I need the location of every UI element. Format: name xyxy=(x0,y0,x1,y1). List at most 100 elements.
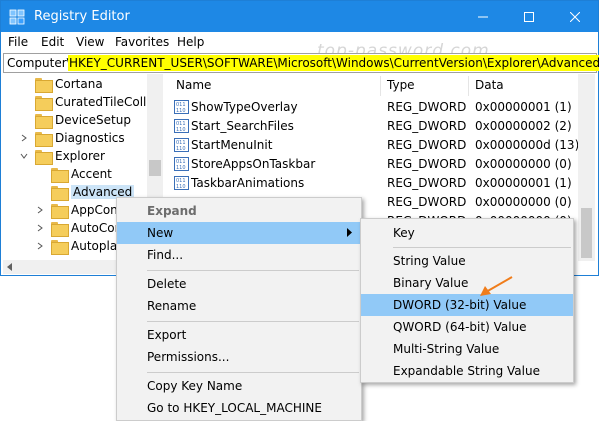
tree-label: AppCon xyxy=(71,203,118,217)
tree-item-cortana[interactable]: Cortana xyxy=(19,75,103,93)
menu-file[interactable]: File xyxy=(8,35,28,49)
address-path: HKEY_CURRENT_USER\SOFTWARE\Microsoft\Win… xyxy=(68,55,599,71)
value-row[interactable]: 011 110 TaskbarAnimations REG_DWORD 0x000… xyxy=(166,174,576,193)
submenu-multi-string-value[interactable]: Multi-String Value xyxy=(361,338,573,360)
value-row[interactable]: 011 110 StoreAppsOnTaskbar REG_DWORD 0x00… xyxy=(166,155,576,174)
chevron-right-icon[interactable] xyxy=(35,223,45,233)
folder-icon xyxy=(35,95,53,111)
submenu-key[interactable]: Key xyxy=(361,222,573,244)
context-menu-copy-key-name[interactable]: Copy Key Name xyxy=(117,375,361,397)
tree-label: Explorer xyxy=(55,149,105,163)
scroll-left-arrow-icon[interactable] xyxy=(6,263,14,271)
tree-item-accent[interactable]: Accent xyxy=(35,165,112,183)
new-submenu: Key String Value Binary Value DWORD (32-… xyxy=(360,218,574,383)
tree-label: Cortana xyxy=(55,77,103,91)
menu-edit[interactable]: Edit xyxy=(41,35,64,49)
scrollbar-thumb[interactable] xyxy=(581,208,592,258)
context-menu-delete[interactable]: Delete xyxy=(117,273,361,295)
list-vertical-scrollbar[interactable] xyxy=(578,74,595,261)
chevron-down-icon[interactable] xyxy=(19,151,29,161)
context-menu-export[interactable]: Export xyxy=(117,324,361,346)
close-button[interactable] xyxy=(552,1,598,32)
reg-binary-value-icon: 011110 xyxy=(174,157,189,171)
chevron-right-icon[interactable] xyxy=(35,241,45,251)
value-name: Start_SearchFiles xyxy=(191,119,294,133)
value-data: 0x0000000d (13) xyxy=(475,138,580,152)
context-menu-new-label: New xyxy=(147,226,174,240)
submenu-qword-value[interactable]: QWORD (64-bit) Value xyxy=(361,316,573,338)
value-row[interactable]: 011 110 ShowTypeOverlay REG_DWORD 0x00000… xyxy=(166,98,576,117)
folder-icon xyxy=(51,221,69,237)
tree-label: AutoCor xyxy=(71,221,120,235)
submenu-binary-value[interactable]: Binary Value xyxy=(361,272,573,294)
value-name: ShowTypeOverlay xyxy=(191,100,298,114)
value-row[interactable]: 011 110 Start_SearchFiles REG_DWORD 0x000… xyxy=(166,117,576,136)
scrollbar-thumb[interactable] xyxy=(149,160,161,176)
tree-label: DeviceSetup xyxy=(55,113,131,127)
value-type: REG_DWORD xyxy=(387,119,467,133)
svg-text:110: 110 xyxy=(176,146,186,152)
submenu-arrow-icon xyxy=(347,228,352,237)
tree-label: Accent xyxy=(71,167,112,181)
value-data: 0x00000001 (1) xyxy=(475,100,572,114)
menu-view[interactable]: View xyxy=(76,35,104,49)
value-name: TaskbarAnimations xyxy=(191,176,305,190)
tree-item-autocor[interactable]: AutoCor xyxy=(35,219,120,237)
minimize-icon xyxy=(478,16,488,17)
context-menu-go-to-hklm[interactable]: Go to HKEY_LOCAL_MACHINE xyxy=(117,397,361,419)
tree-item-appcon[interactable]: AppCon xyxy=(35,201,118,219)
folder-icon xyxy=(35,77,53,93)
context-menu-expand[interactable]: Expand xyxy=(117,200,361,222)
folder-icon xyxy=(35,149,53,165)
context-menu-rename[interactable]: Rename xyxy=(117,295,361,317)
context-menu-permissions[interactable]: Permissions... xyxy=(117,346,361,368)
folder-icon xyxy=(35,131,53,147)
svg-text:110: 110 xyxy=(176,165,186,171)
value-type: REG_DWORD xyxy=(387,176,467,190)
tree-item-diagnostics[interactable]: Diagnostics xyxy=(19,129,125,147)
value-name: StartMenuInit xyxy=(191,138,273,152)
value-type: REG_DWORD xyxy=(387,100,467,114)
maximize-icon xyxy=(524,11,534,22)
context-menu: Expand New Find... Delete Rename Export … xyxy=(116,197,362,421)
context-menu-find[interactable]: Find... xyxy=(117,244,361,266)
context-menu-new[interactable]: New xyxy=(117,222,361,244)
menu-help[interactable]: Help xyxy=(177,35,204,49)
value-name: StoreAppsOnTaskbar xyxy=(191,157,316,171)
address-prefix: Computer\ xyxy=(7,56,71,70)
tree-item-curatedtilecollec[interactable]: CuratedTileCollec xyxy=(19,93,160,111)
column-header-name[interactable]: Name xyxy=(176,78,211,92)
tree-label: CuratedTileCollec xyxy=(55,95,161,109)
address-bar[interactable]: Computer\ HKEY_CURRENT_USER\SOFTWARE\Mic… xyxy=(3,53,599,73)
column-header-data[interactable]: Data xyxy=(475,78,504,92)
folder-icon xyxy=(51,185,69,201)
svg-text:110: 110 xyxy=(176,127,186,133)
reg-binary-value-icon: 011110 xyxy=(174,176,189,190)
tree-item-explorer[interactable]: Explorer xyxy=(19,147,105,165)
submenu-expandable-string-value[interactable]: Expandable String Value xyxy=(361,360,573,382)
minimize-button[interactable] xyxy=(460,1,506,32)
folder-icon xyxy=(51,203,69,219)
svg-text:110: 110 xyxy=(176,184,186,190)
maximize-button[interactable] xyxy=(506,1,552,32)
folder-icon xyxy=(51,239,69,255)
submenu-dword-value[interactable]: DWORD (32-bit) Value xyxy=(361,294,573,316)
menu-favorites[interactable]: Favorites xyxy=(115,35,169,49)
tree-item-autoplay[interactable]: Autoplay xyxy=(35,237,124,255)
chevron-right-icon[interactable] xyxy=(19,133,29,143)
value-row[interactable]: 011 110 StartMenuInit REG_DWORD 0x0000000… xyxy=(166,136,580,155)
submenu-string-value[interactable]: String Value xyxy=(361,250,573,272)
value-type: REG_DWORD xyxy=(387,138,467,152)
svg-text:110: 110 xyxy=(176,108,186,114)
folder-icon xyxy=(51,167,69,183)
folder-icon xyxy=(35,113,53,129)
registry-app-icon xyxy=(9,9,25,25)
title-bar[interactable]: Registry Editor xyxy=(1,1,598,32)
column-header-type[interactable]: Type xyxy=(387,78,415,92)
value-data: 0x00000001 (1) xyxy=(475,176,572,190)
chevron-right-icon[interactable] xyxy=(35,205,45,215)
menu-bar: File Edit View Favorites Help xyxy=(1,32,598,52)
reg-binary-value-icon: 011110 xyxy=(174,119,189,133)
tree-item-devicesetup[interactable]: DeviceSetup xyxy=(19,111,131,129)
tree-label: Diagnostics xyxy=(55,131,125,145)
